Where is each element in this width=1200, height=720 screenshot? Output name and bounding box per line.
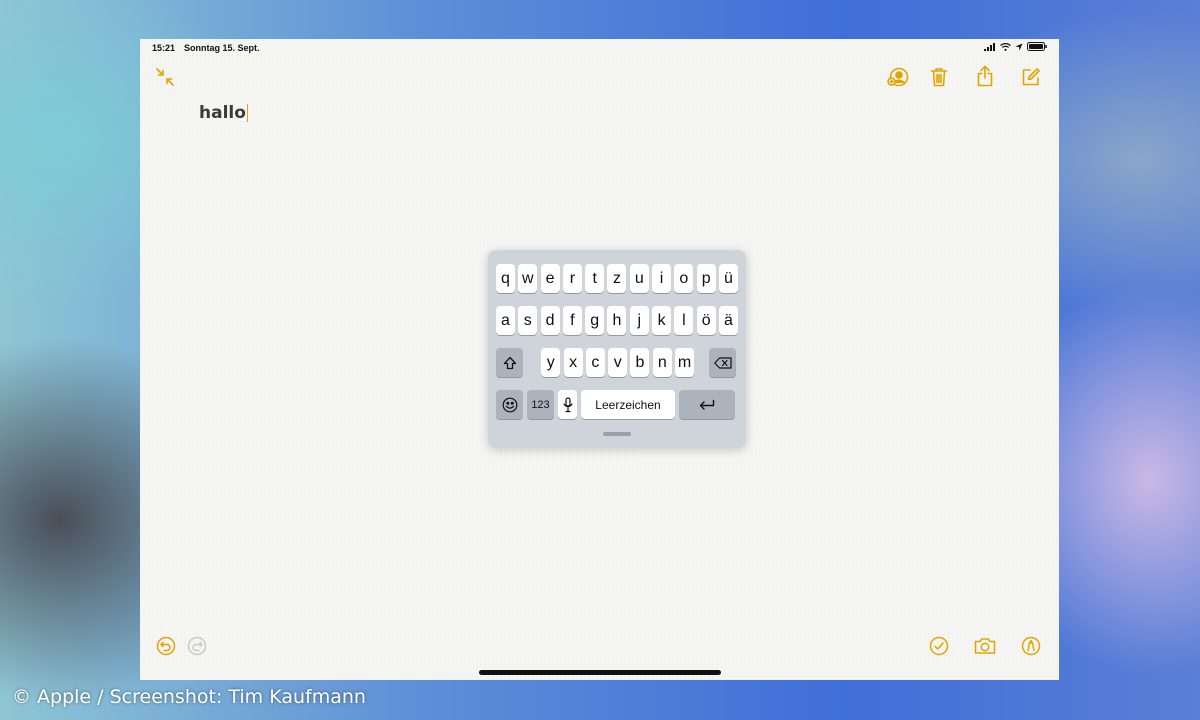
return-icon xyxy=(699,399,715,410)
trash-icon[interactable] xyxy=(928,66,950,88)
microphone-icon xyxy=(562,396,573,412)
key-u[interactable]: u xyxy=(629,264,649,293)
key-d[interactable]: d xyxy=(540,306,560,335)
keyboard-row-3: yxcvbnm xyxy=(496,348,740,377)
letters-row-3: yxcvbnm xyxy=(541,348,697,377)
signal-icon xyxy=(984,42,995,51)
ipad-screen: 15:21 Sonntag 15. Sept. hallo q w e r t … xyxy=(140,39,1059,680)
key-j[interactable]: j xyxy=(629,306,649,335)
key-e[interactable]: e xyxy=(540,264,560,293)
wifi-icon xyxy=(1000,42,1011,51)
undo-icon[interactable] xyxy=(155,635,177,657)
note-text: hallo xyxy=(199,103,246,123)
return-key[interactable] xyxy=(679,390,735,419)
key-i[interactable]: i xyxy=(652,264,672,293)
numbers-key[interactable]: 123 xyxy=(527,390,554,419)
key-a[interactable]: a xyxy=(496,306,515,335)
space-key[interactable]: Leerzeichen xyxy=(581,390,675,419)
key-r[interactable]: r xyxy=(562,264,582,293)
key-p[interactable]: p xyxy=(696,264,716,293)
copyright-watermark: © Apple / Screenshot: Tim Kaufmann xyxy=(12,686,366,708)
key-o[interactable]: o xyxy=(674,264,694,293)
delete-key[interactable] xyxy=(709,348,737,377)
redo-icon[interactable] xyxy=(186,635,208,657)
home-indicator[interactable] xyxy=(479,670,721,675)
add-person-icon[interactable] xyxy=(887,66,909,88)
key-s[interactable]: s xyxy=(518,306,538,335)
shift-key[interactable] xyxy=(496,348,523,377)
key-q[interactable]: q xyxy=(496,264,515,293)
floating-keyboard: qwertzuiopü asdfghjklöä yxcvbnm 123 Leer… xyxy=(488,250,746,448)
note-body[interactable]: hallo xyxy=(199,103,249,123)
markup-icon[interactable] xyxy=(1020,635,1042,657)
collapse-arrows-icon[interactable] xyxy=(154,66,176,88)
key-ä[interactable]: ä xyxy=(718,306,738,335)
key-x[interactable]: x xyxy=(563,348,583,377)
camera-icon[interactable] xyxy=(974,635,996,657)
status-time: 15:21 xyxy=(152,43,176,53)
emoji-key[interactable] xyxy=(496,390,523,419)
key-h[interactable]: h xyxy=(607,306,627,335)
key-v[interactable]: v xyxy=(608,348,628,377)
key-m[interactable]: m xyxy=(675,348,695,377)
keyboard-row-4: 123 Leerzeichen xyxy=(496,390,738,419)
keyboard-row-2: asdfghjklöä xyxy=(496,306,741,335)
shift-icon xyxy=(503,356,516,369)
text-cursor xyxy=(246,104,249,122)
status-date: Sonntag 15. Sept. xyxy=(184,43,260,53)
key-f[interactable]: f xyxy=(562,306,582,335)
backspace-icon xyxy=(714,356,732,369)
key-ö[interactable]: ö xyxy=(696,306,716,335)
key-n[interactable]: n xyxy=(652,348,672,377)
location-icon xyxy=(1015,43,1023,50)
share-icon[interactable] xyxy=(974,65,996,87)
key-ü[interactable]: ü xyxy=(718,264,738,293)
keyboard-row-1: qwertzuiopü xyxy=(496,264,741,293)
checklist-icon[interactable] xyxy=(928,635,950,657)
emoji-icon xyxy=(502,397,517,412)
key-b[interactable]: b xyxy=(630,348,650,377)
key-l[interactable]: l xyxy=(674,306,694,335)
key-g[interactable]: g xyxy=(585,306,605,335)
key-c[interactable]: c xyxy=(585,348,605,377)
dictation-key[interactable] xyxy=(558,390,577,419)
status-bar: 15:21 Sonntag 15. Sept. xyxy=(140,39,1059,57)
key-k[interactable]: k xyxy=(652,306,672,335)
key-z[interactable]: z xyxy=(607,264,627,293)
battery-icon xyxy=(1027,42,1047,51)
compose-icon[interactable] xyxy=(1020,66,1042,88)
keyboard-drag-handle[interactable] xyxy=(603,432,631,436)
key-w[interactable]: w xyxy=(518,264,538,293)
key-t[interactable]: t xyxy=(585,264,605,293)
key-y[interactable]: y xyxy=(541,348,561,377)
status-icons xyxy=(984,42,1047,51)
